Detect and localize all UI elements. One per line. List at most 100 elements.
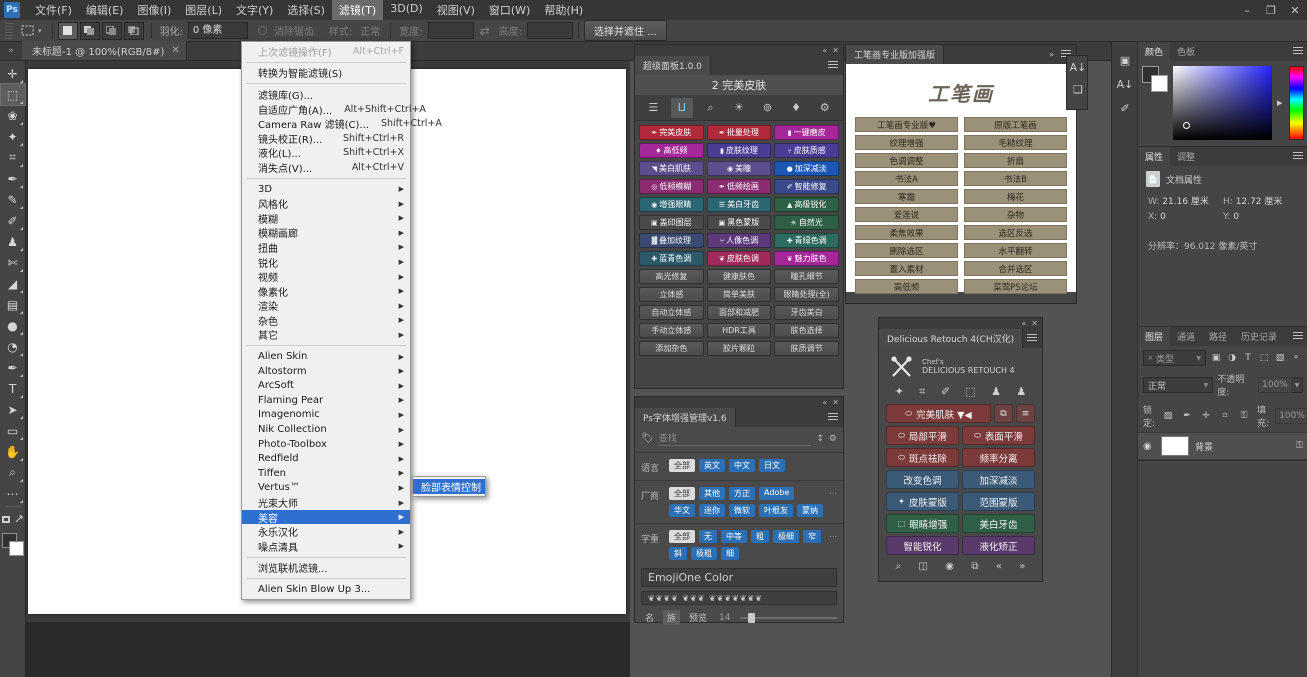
height-input[interactable] — [527, 22, 574, 39]
super-panel-tab[interactable]: 超级面板1.0.0 — [635, 56, 711, 75]
super-panel-button-5[interactable]: ⑂ 皮肤质感 — [774, 143, 839, 158]
menu-item-5[interactable]: 选择(S) — [280, 0, 332, 21]
super-panel-button-13[interactable]: ☰ 美白牙齿 — [706, 197, 772, 212]
lock-transparency-icon[interactable]: ▨ — [1161, 408, 1175, 424]
menu-item-10[interactable]: 帮助(H) — [537, 0, 590, 21]
lasso-tool[interactable]: ❀ — [1, 105, 25, 126]
super-panel-button-12[interactable]: ◉ 增强眼睛 — [639, 197, 704, 212]
width-input[interactable] — [427, 22, 474, 39]
filter-menu-item-3-2[interactable]: 模糊 ▶ — [242, 211, 410, 226]
crop-tool[interactable]: ⌗ — [1, 147, 25, 168]
super-panel-button-11[interactable]: ✐ 智能修复 — [774, 179, 839, 194]
language-chip-2[interactable]: 中文 — [729, 459, 755, 472]
eyedropper-tool[interactable]: ✒ — [1, 168, 25, 189]
filter-menu-item-4-6[interactable]: Photo-Toolbox ▶ — [242, 437, 410, 452]
properties-panel-menu-icon[interactable] — [1293, 152, 1303, 160]
magic-wand-icon[interactable]: ✦ — [895, 385, 904, 399]
font-panel-close-icon[interactable]: ✕ — [832, 398, 839, 407]
color-background-swatch[interactable] — [1151, 75, 1168, 92]
gongbi-button-5[interactable]: 折扇 — [964, 153, 1067, 168]
hue-slider[interactable] — [1289, 66, 1304, 140]
gongbi-button-14[interactable]: 删除选区 — [855, 243, 958, 258]
gongbi-button-8[interactable]: 寒霜 — [855, 189, 958, 204]
super-panel-button-16[interactable]: ▣ 黑色蒙版 — [706, 215, 772, 230]
background-color-swatch[interactable] — [8, 541, 24, 556]
lock-all-icon[interactable]: ⚿ — [1237, 408, 1251, 424]
super-panel-button-10[interactable]: ✒ 低频绘画 — [706, 179, 772, 194]
super-panel-gray-button-8[interactable]: 牙齿美白 — [774, 305, 839, 320]
super-panel-gray-button-14[interactable]: 肤质调节 — [774, 341, 839, 356]
retouch-button-2-0[interactable]: ⬭ 斑点祛除 — [886, 448, 959, 467]
rect-marquee-icon[interactable] — [16, 22, 38, 40]
intersect-selection-button[interactable] — [123, 21, 144, 40]
layer-visibility-icon[interactable]: ◉ — [1143, 441, 1155, 452]
filter-menu-item-3-4[interactable]: 扭曲 ▶ — [242, 240, 410, 255]
retouch-icon-button-0-2[interactable]: ≡ — [1016, 404, 1035, 423]
vendor-chip-2[interactable]: 方正 — [729, 487, 755, 500]
filter-menu-item-4-11[interactable]: 美容 ▶ — [242, 509, 410, 525]
super-panel-collapse-icon[interactable]: « — [822, 46, 827, 55]
curve-icon[interactable]: ⨿ — [670, 97, 693, 118]
filter-toggle-icon[interactable]: ⚬ — [1289, 350, 1303, 366]
document-icon[interactable]: ☰ — [642, 98, 664, 118]
gongbi-button-9[interactable]: 梅花 — [964, 189, 1067, 204]
filter-menu-item-4-2[interactable]: ArcSoft ▶ — [242, 378, 410, 393]
filter-menu-item-2-0[interactable]: 滤镜库(G)... — [242, 87, 410, 102]
filter-menu-item-3-5[interactable]: 锐化 ▶ — [242, 255, 410, 270]
minimize-button[interactable]: – — [1235, 0, 1259, 20]
filter-menu-item-2-3[interactable]: 镜头校正(R)... Shift+Ctrl+R — [242, 131, 410, 146]
font-panel-titlebar[interactable]: « ✕ — [635, 397, 843, 408]
filter-menu-item-4-13[interactable]: 噪点清具 ▶ — [242, 539, 410, 554]
retouch-button-5-1[interactable]: 美白牙齿 — [962, 514, 1035, 533]
super-panel-gray-button-11[interactable]: 肤色选择 — [774, 323, 839, 338]
next-icon[interactable]: » — [1019, 561, 1025, 572]
weight-chip-3[interactable]: 粗 — [751, 530, 769, 543]
retouch-button-5-0[interactable]: ⬚ 眼睛增强 — [886, 514, 959, 533]
retouch-collapse-icon[interactable]: « — [1021, 319, 1026, 328]
vendor-chip-6[interactable]: 微软 — [729, 504, 755, 517]
healing-brush-tool[interactable]: ✎ — [1, 189, 25, 210]
super-panel-gray-button-5[interactable]: 眼睛处理(全) — [774, 287, 839, 302]
settings-icon[interactable]: ⚙ — [814, 98, 836, 118]
super-panel-button-4[interactable]: ▮ 皮肤纹理 — [706, 143, 772, 158]
gongbi-button-0[interactable]: 工笔画专业版♥ — [855, 117, 958, 132]
super-panel-button-20[interactable]: ✚ 青绿色调 — [774, 233, 839, 248]
color-swatches[interactable] — [1, 533, 25, 557]
gongbi-button-18[interactable]: 高低频 — [855, 279, 958, 294]
gradient-tool[interactable]: ▤ — [1, 294, 25, 315]
layer-thumbnail[interactable] — [1161, 436, 1189, 456]
retouch-button-1-0[interactable]: ⬭ 局部平滑 — [886, 426, 959, 445]
filter-submenu-item-0[interactable]: 脸部表情控制 — [413, 479, 485, 494]
tab-swatches[interactable]: 色板 — [1170, 42, 1202, 61]
gongbi-button-2[interactable]: 纹理增强 — [855, 135, 958, 150]
filter-menu-item-4-4[interactable]: Imagenomic ▶ — [242, 408, 410, 423]
opacity-value[interactable]: 100% — [1258, 377, 1292, 393]
add-to-selection-button[interactable] — [79, 21, 100, 40]
color-field[interactable] — [1173, 66, 1272, 140]
filter-menu-item-6-0[interactable]: Alien Skin Blow Up 3... — [242, 582, 410, 597]
super-panel-gray-button-12[interactable]: 添加杂色 — [639, 341, 704, 356]
lock-artboard-icon[interactable]: ⌗ — [1218, 408, 1232, 424]
blur-tool[interactable]: ● — [1, 315, 25, 336]
rectangular-marquee-tool[interactable]: ⬚ — [0, 83, 26, 106]
layer-filter-select[interactable]: ⌕ 类型 ▼ — [1143, 350, 1206, 366]
blend-mode-select[interactable]: 正常 ▼ — [1143, 377, 1214, 393]
font-panel-collapse-icon[interactable]: « — [822, 398, 827, 407]
tab-history[interactable]: 历史记录 — [1234, 327, 1284, 346]
brush-icon[interactable]: ✐ — [941, 385, 950, 399]
menu-item-8[interactable]: 视图(V) — [430, 0, 482, 21]
new-selection-button[interactable] — [57, 21, 78, 40]
opacity-stepper[interactable]: ▼ — [1292, 377, 1303, 393]
vendor-chip-8[interactable]: 蒙纳 — [797, 504, 823, 517]
super-panel-button-21[interactable]: ✚ 蓝青色调 — [639, 251, 704, 266]
filter-menu-item-4-0[interactable]: Alien Skin ▶ — [242, 349, 410, 364]
super-panel-gray-button-4[interactable]: 简单美肤 — [706, 287, 772, 302]
vendor-chip-5[interactable]: 迷你 — [699, 504, 725, 517]
weight-chip-0[interactable]: 全部 — [669, 530, 695, 543]
language-chip-1[interactable]: 英文 — [699, 459, 725, 472]
gongbi-button-13[interactable]: 选区反选 — [964, 225, 1067, 240]
super-panel-button-17[interactable]: ☀ 自然光 — [774, 215, 839, 230]
tab-paths[interactable]: 路径 — [1202, 327, 1234, 346]
retouch-button-3-1[interactable]: 加深减淡 — [962, 470, 1035, 489]
super-panel-gray-button-10[interactable]: HDR工具 — [706, 323, 772, 338]
